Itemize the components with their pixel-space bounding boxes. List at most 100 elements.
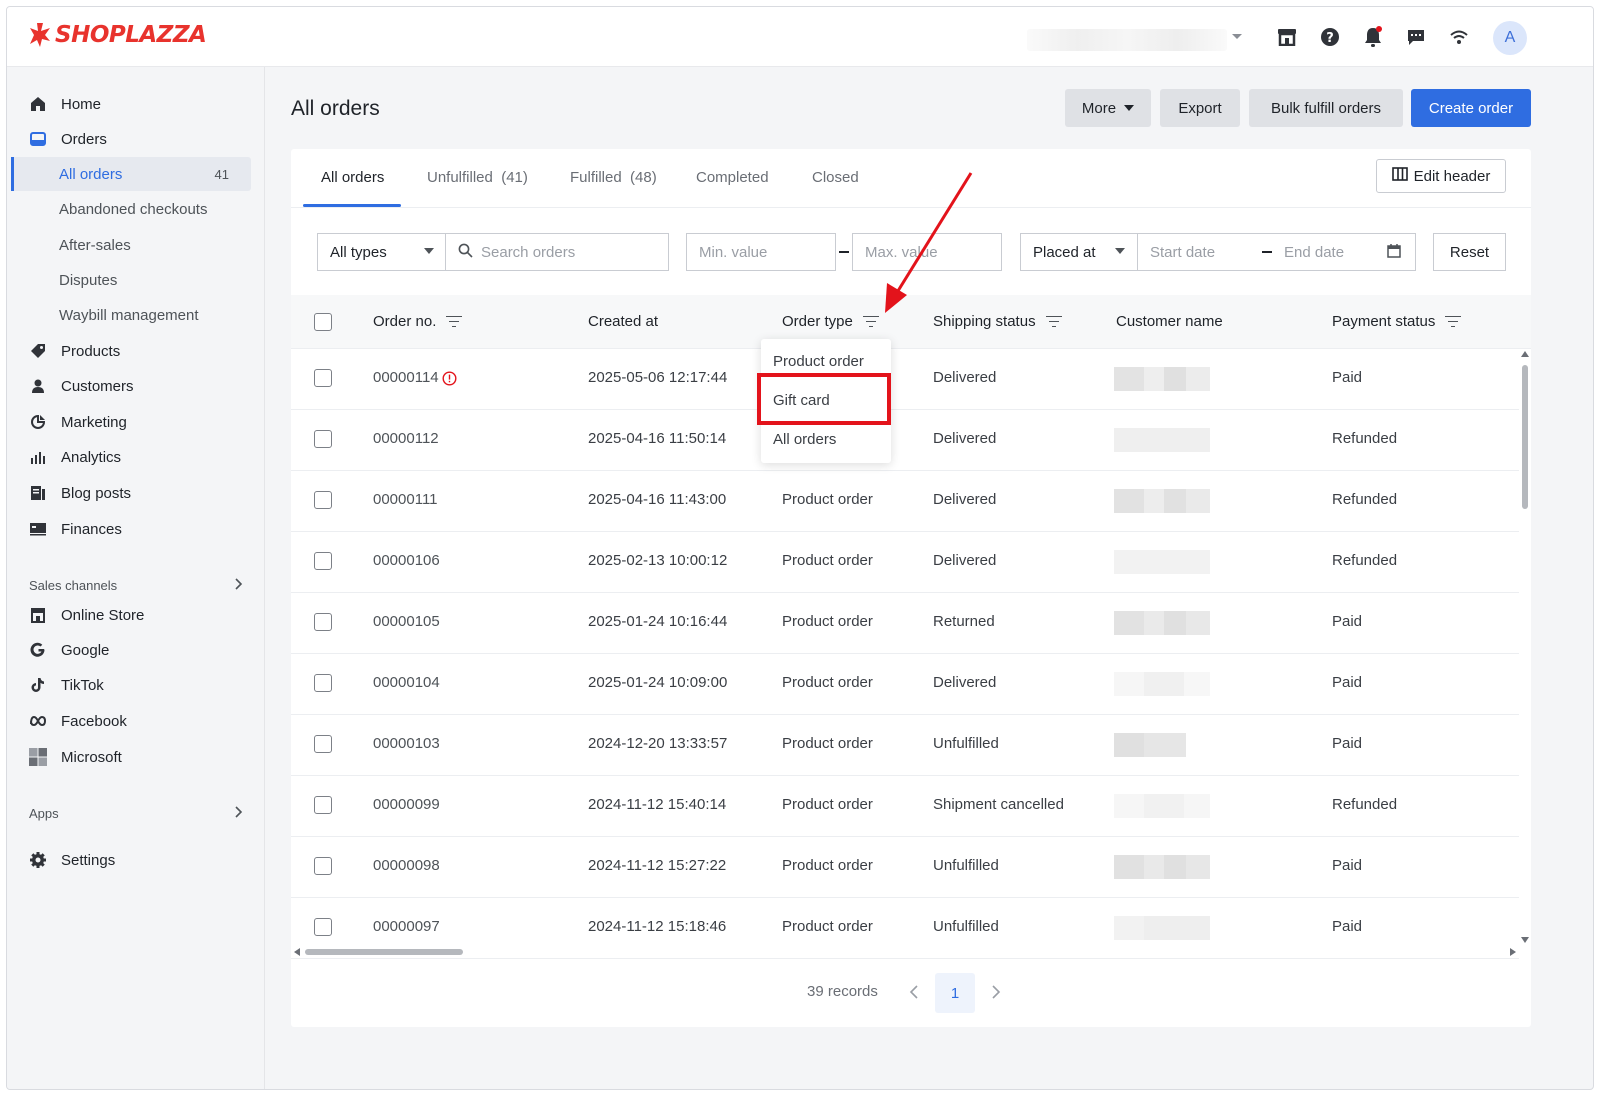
sidebar-item-facebook[interactable]: Facebook <box>7 704 265 738</box>
logo-icon <box>30 23 50 47</box>
sidebar-subitem-disputes[interactable]: Disputes <box>7 263 265 297</box>
order-number-link[interactable]: 00000114 <box>373 369 439 386</box>
sidebar-item-home[interactable]: Home <box>7 87 265 121</box>
order-number-link[interactable]: 00000111 <box>373 491 438 508</box>
order-number-link[interactable]: 00000098 <box>373 857 440 874</box>
sidebar-item-microsoft[interactable]: Microsoft <box>7 740 265 774</box>
sidebar-item-online-store[interactable]: Online Store <box>7 598 265 632</box>
more-button[interactable]: More <box>1065 89 1151 127</box>
row-checkbox[interactable] <box>314 552 332 570</box>
order-type-cell: Product order <box>782 613 873 630</box>
export-button[interactable]: Export <box>1160 89 1240 127</box>
chat-icon[interactable] <box>1404 25 1428 49</box>
vertical-scrollbar[interactable] <box>1519 349 1531 945</box>
order-number-link[interactable]: 00000099 <box>373 796 440 813</box>
page-number-current[interactable]: 1 <box>935 973 975 1013</box>
create-order-button[interactable]: Create order <box>1411 89 1531 127</box>
table-row[interactable]: 00000099 2024-11-12 15:40:14 Product order… <box>291 776 1519 837</box>
row-checkbox[interactable] <box>314 918 332 936</box>
filter-icon[interactable] <box>446 315 463 328</box>
row-checkbox[interactable] <box>314 796 332 814</box>
chevron-down-icon[interactable] <box>1225 25 1249 49</box>
row-checkbox[interactable] <box>314 430 332 448</box>
type-select[interactable]: All types <box>317 233 447 271</box>
order-number-link[interactable]: 00000105 <box>373 613 440 630</box>
sidebar-item-analytics[interactable]: Analytics <box>7 440 265 474</box>
order-number-link[interactable]: 00000112 <box>373 430 439 447</box>
apps-header[interactable]: Apps <box>29 806 243 821</box>
shipping-status-cell: Delivered <box>933 491 997 508</box>
edit-header-button[interactable]: Edit header <box>1376 159 1506 193</box>
shoplazza-logo[interactable]: SHOPLAZZA <box>29 22 207 48</box>
dropdown-option-product-order[interactable]: Product order <box>773 353 864 370</box>
store-icon[interactable] <box>1275 25 1299 49</box>
row-checkbox[interactable] <box>314 735 332 753</box>
sidebar-item-customers[interactable]: Customers <box>7 369 265 403</box>
bell-icon[interactable] <box>1361 25 1385 49</box>
chevron-right-icon[interactable] <box>991 985 1001 1003</box>
order-number-link[interactable]: 00000106 <box>373 552 440 569</box>
tab-unfulfilled[interactable]: Unfulfilled (41) <box>427 169 528 205</box>
tab-all-orders[interactable]: All orders <box>321 169 384 205</box>
avatar[interactable]: A <box>1493 21 1527 55</box>
sidebar-subitem-all-orders[interactable]: All orders 41 <box>11 157 251 191</box>
table-row[interactable]: 00000111 2025-04-16 11:43:00 Product order… <box>291 471 1519 532</box>
row-checkbox[interactable] <box>314 857 332 875</box>
table-row[interactable]: 00000104 2025-01-24 10:09:00 Product order… <box>291 654 1519 715</box>
sales-channels-header[interactable]: Sales channels <box>29 578 243 593</box>
date-type-select[interactable]: Placed at <box>1020 233 1138 271</box>
help-icon[interactable]: ? <box>1318 25 1342 49</box>
filter-icon[interactable] <box>1445 315 1462 328</box>
sidebar-subitem-abandoned-checkouts[interactable]: Abandoned checkouts <box>7 192 265 226</box>
sidebar-subitem-waybill-management[interactable]: Waybill management <box>7 298 265 332</box>
order-number-link[interactable]: 00000103 <box>373 735 440 752</box>
annotation-arrow <box>885 172 973 313</box>
end-date-placeholder: End date <box>1284 243 1345 261</box>
created-at-cell: 2025-01-24 10:16:44 <box>588 613 728 630</box>
date-range-picker[interactable]: Start date End date <box>1137 233 1416 271</box>
store-selector[interactable] <box>1027 29 1227 51</box>
min-value-input[interactable]: Min. value <box>686 233 836 271</box>
sidebar-item-blog-posts[interactable]: Blog posts <box>7 476 265 510</box>
table-row[interactable]: 00000105 2025-01-24 10:16:44 Product order… <box>291 593 1519 654</box>
wifi-icon[interactable] <box>1447 25 1471 49</box>
alert-icon <box>442 371 457 390</box>
horizontal-scrollbar[interactable] <box>291 945 1519 957</box>
table-row[interactable]: 00000103 2024-12-20 13:33:57 Product order… <box>291 715 1519 776</box>
order-number-link[interactable]: 00000104 <box>373 674 440 691</box>
select-all-checkbox[interactable] <box>314 313 332 331</box>
sidebar-item-orders[interactable]: Orders <box>7 122 265 156</box>
sidebar-item-marketing[interactable]: Marketing <box>7 405 265 439</box>
reset-button[interactable]: Reset <box>1433 233 1506 271</box>
sidebar-item-tiktok[interactable]: TikTok <box>7 668 265 702</box>
range-dash <box>1262 251 1272 253</box>
chevron-left-icon[interactable] <box>909 985 919 1003</box>
shipping-status-cell: Unfulfilled <box>933 918 999 935</box>
sidebar-item-finances[interactable]: Finances <box>7 512 265 546</box>
dropdown-option-all-orders[interactable]: All orders <box>773 431 836 448</box>
shipping-status-cell: Returned <box>933 613 995 630</box>
table-row[interactable]: 00000098 2024-11-12 15:27:22 Product order… <box>291 837 1519 898</box>
row-checkbox[interactable] <box>314 674 332 692</box>
order-number-link[interactable]: 00000097 <box>373 918 440 935</box>
filter-icon[interactable] <box>1045 315 1062 328</box>
payment-status-cell: Paid <box>1332 735 1363 752</box>
column-label: Order no. <box>373 313 437 330</box>
sidebar-item-settings[interactable]: Settings <box>7 843 265 877</box>
row-checkbox[interactable] <box>314 613 332 631</box>
column-payment-status: Payment status <box>1332 313 1462 330</box>
tab-fulfilled[interactable]: Fulfilled (48) <box>570 169 657 205</box>
tab-closed[interactable]: Closed <box>812 169 859 205</box>
tab-completed[interactable]: Completed <box>696 169 769 205</box>
table-row[interactable]: 00000114 2025-05-06 12:17:44 Delivered Paid <box>291 349 1519 410</box>
sidebar-item-google[interactable]: Google <box>7 633 265 667</box>
bulk-fulfill-button[interactable]: Bulk fulfill orders <box>1249 89 1403 127</box>
row-checkbox[interactable] <box>314 491 332 509</box>
table-row[interactable]: 00000112 2025-04-16 11:50:14 Delivered Refu… <box>291 410 1519 471</box>
sidebar-item-label: Finances <box>61 520 122 538</box>
sidebar-subitem-after-sales[interactable]: After-sales <box>7 228 265 262</box>
sidebar-item-products[interactable]: Products <box>7 334 265 368</box>
table-row[interactable]: 00000106 2025-02-13 10:00:12 Product order… <box>291 532 1519 593</box>
search-input[interactable]: Search orders <box>445 233 669 271</box>
row-checkbox[interactable] <box>314 369 332 387</box>
